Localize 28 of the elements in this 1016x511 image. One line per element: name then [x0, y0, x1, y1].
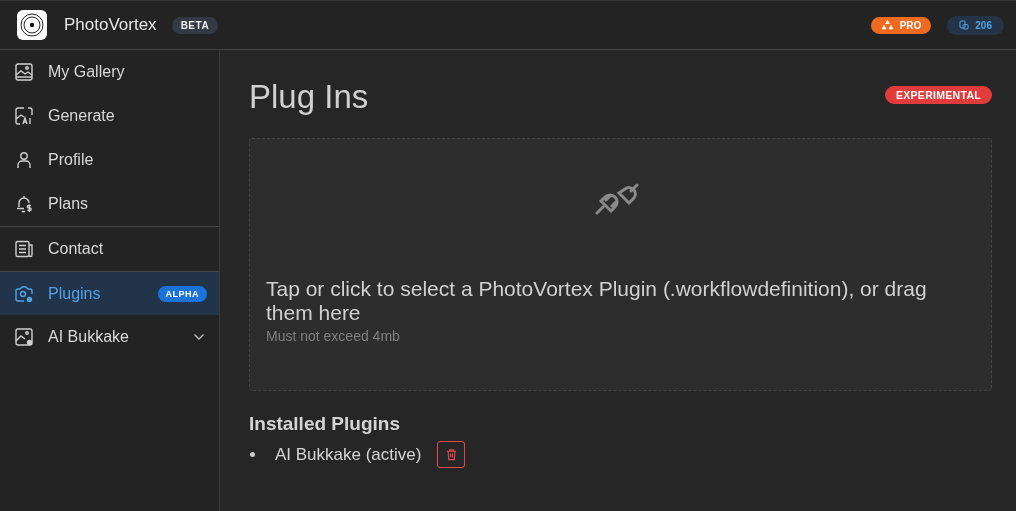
- bell-dollar-icon: [14, 194, 34, 214]
- ai-image-icon: [14, 106, 34, 126]
- coins-icon: [959, 20, 970, 30]
- credits-badge[interactable]: 206: [947, 15, 1004, 35]
- user-icon: [14, 150, 34, 170]
- delete-button[interactable]: [437, 441, 466, 468]
- page-title: Plug Ins: [249, 78, 369, 116]
- experimental-badge: EXPERIMENTAL: [884, 86, 992, 104]
- sidebar-item[interactable]: My Gallery: [0, 50, 219, 94]
- sidebar-item[interactable]: Plugins ALPHA: [0, 271, 219, 315]
- alpha-badge: ALPHA: [157, 285, 207, 302]
- sidebar-item[interactable]: Contact: [0, 227, 219, 271]
- bullet-dot: [250, 452, 255, 457]
- size-hint: Must not exceed 4mb: [266, 328, 401, 344]
- image-icon: [14, 62, 34, 82]
- sidebar-item[interactable]: AI Bukkake: [0, 315, 219, 359]
- app-name: PhotoVortex: [64, 15, 157, 35]
- app-logo-icon: [17, 10, 47, 40]
- file-dropzone[interactable]: Tap or click to select a PhotoVortex Plugin (.workflowdefinition), or drag them here Must not exceed 4mb: [249, 138, 992, 391]
- sidebar-item[interactable]: Generate: [0, 94, 219, 138]
- dropzone-prompt: Tap or click to select a PhotoVortex Plugin (.workflowdefinition), or drag them here: [266, 277, 928, 325]
- sidebar-item[interactable]: Plans: [0, 182, 219, 226]
- sidebar-item[interactable]: Profile: [0, 138, 219, 182]
- section-heading: Installed Plugins: [249, 413, 401, 435]
- plugin-name: AI Bukkake (active): [275, 444, 422, 465]
- beta-badge: BETA: [171, 16, 219, 34]
- trash-icon: [444, 448, 458, 461]
- document-icon: [14, 239, 34, 259]
